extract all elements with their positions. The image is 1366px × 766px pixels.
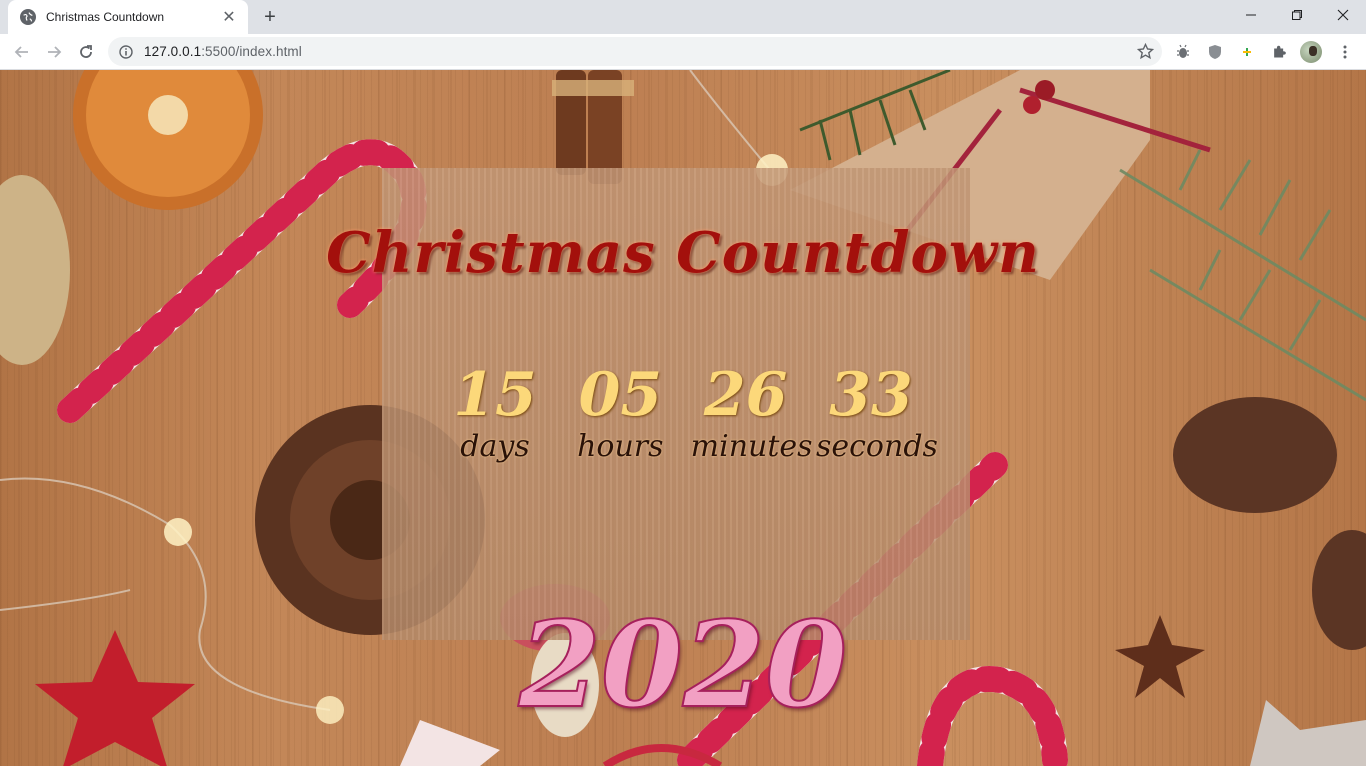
hours-value: 05 <box>578 360 663 430</box>
restore-button[interactable] <box>1274 0 1320 30</box>
page-title: Christmas Countdown <box>326 220 1040 286</box>
countdown-hours: 05 hours <box>565 360 675 480</box>
bookmark-star-icon[interactable] <box>1137 43 1154 60</box>
countdown-timer: 15 days 05 hours 26 minutes 33 seconds <box>440 360 938 480</box>
puzzle-extensions-icon[interactable] <box>1268 41 1290 63</box>
globe-icon <box>20 9 36 25</box>
shield-extension-icon[interactable] <box>1204 41 1226 63</box>
countdown-minutes: 26 minutes <box>690 360 813 480</box>
countdown-seconds: 33 seconds <box>815 360 938 480</box>
avatar-image <box>1300 41 1322 63</box>
light-glow-left <box>164 518 192 546</box>
bug-extension-icon[interactable] <box>1172 41 1194 63</box>
dried-orange-slice <box>73 70 263 210</box>
page-viewport: Christmas Countdown 15 days 05 hours 26 … <box>0 70 1366 766</box>
new-tab-button[interactable]: + <box>258 6 282 28</box>
browser-toolbar: 127.0.0.1:5500/index.html <box>0 34 1366 70</box>
cinnamon-sticks <box>552 70 634 184</box>
url-text[interactable]: 127.0.0.1:5500/index.html <box>144 44 302 59</box>
year-display: 2020 <box>518 595 848 734</box>
seconds-label: seconds <box>815 429 938 464</box>
tab-strip: Christmas Countdown ✕ + <box>0 0 1366 34</box>
pinecone-right <box>1173 397 1337 513</box>
plus-extension-icon[interactable] <box>1236 41 1258 63</box>
countdown-days: 15 days <box>440 360 550 480</box>
minutes-label: minutes <box>690 429 813 464</box>
url-host: 127.0.0.1 <box>144 44 202 59</box>
kebab-menu-icon[interactable] <box>1334 41 1356 63</box>
days-label: days <box>460 429 530 464</box>
browser-tab[interactable]: Christmas Countdown ✕ <box>8 0 248 34</box>
close-window-button[interactable] <box>1320 0 1366 30</box>
profile-avatar[interactable] <box>1300 41 1322 63</box>
minimize-button[interactable] <box>1228 0 1274 30</box>
forward-arrow-icon[interactable] <box>40 38 68 66</box>
hours-label: hours <box>577 429 664 464</box>
close-tab-icon[interactable]: ✕ <box>220 8 238 26</box>
tab-title: Christmas Countdown <box>46 10 165 24</box>
info-icon[interactable] <box>118 44 134 60</box>
days-value: 15 <box>453 360 537 430</box>
back-arrow-icon[interactable] <box>8 38 36 66</box>
seconds-value: 33 <box>829 360 913 430</box>
url-path: :5500/index.html <box>201 44 302 59</box>
address-bar[interactable]: 127.0.0.1:5500/index.html <box>108 37 1162 66</box>
reload-icon[interactable] <box>72 38 100 66</box>
minutes-value: 26 <box>703 360 788 430</box>
